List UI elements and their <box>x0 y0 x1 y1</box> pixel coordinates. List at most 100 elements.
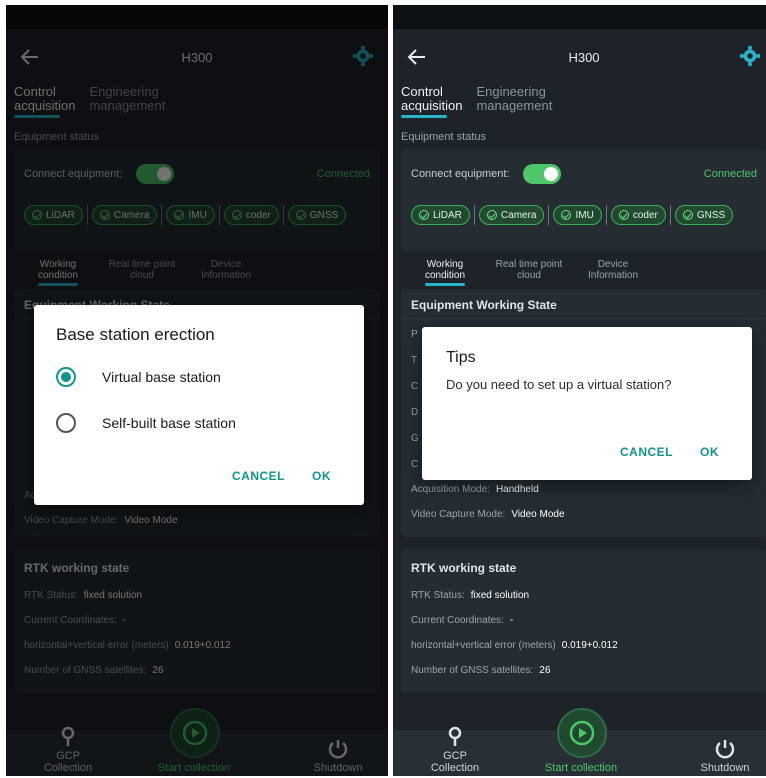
subtab-line2: cloud <box>517 270 541 281</box>
radio-unselected-icon[interactable] <box>56 413 76 433</box>
check-icon <box>561 210 572 220</box>
connect-toggle[interactable] <box>523 164 562 184</box>
nav-label: Start collection <box>544 762 618 774</box>
tab-engineering-management[interactable]: Engineering management <box>476 85 552 125</box>
top-tabs: Control acquisition Engineering manageme… <box>393 85 766 125</box>
working-state-title: Equipment Working State <box>401 289 766 319</box>
tab-underline <box>401 115 447 118</box>
chip-coder: coder <box>610 205 666 225</box>
sub-tabs: Working condition Real time point cloud … <box>393 251 766 287</box>
row-label: RTK Status: <box>411 590 465 601</box>
cancel-button[interactable]: CANCEL <box>620 445 673 459</box>
chip-camera: Camera <box>478 205 545 225</box>
tab-label-line1: Control <box>401 84 443 99</box>
chip-gnss: GNSS <box>674 205 734 225</box>
cancel-button[interactable]: CANCEL <box>232 469 285 483</box>
chip-label: Camera <box>500 209 537 221</box>
toggle-knob <box>544 167 559 181</box>
chip-label: IMU <box>575 209 594 221</box>
row-value: 26 <box>539 665 551 676</box>
hidden-row-stub: C <box>411 381 419 392</box>
subtab-line2: condition <box>424 270 466 281</box>
tab-control-acquisition[interactable]: Control acquisition <box>401 85 462 125</box>
equipment-card: Connect equipment: Connected LiDAR Camer… <box>401 149 766 251</box>
device-title: H300 <box>568 49 600 65</box>
radio-selected-icon[interactable] <box>56 367 76 387</box>
row-label: Current Coordinates: <box>411 615 504 626</box>
coordinates-row: Current Coordinates:- <box>401 608 766 633</box>
right-screen: H300 Control acquisition Engineering man… <box>393 5 766 776</box>
chip-divider <box>473 205 475 225</box>
nav-shutdown[interactable]: Shutdown <box>695 738 755 774</box>
power-icon <box>715 740 735 759</box>
hidden-row-stub: D <box>411 407 419 418</box>
hidden-row-stub: P <box>411 329 418 340</box>
nav-label: Shutdown <box>700 762 750 774</box>
gear-icon[interactable] <box>739 45 761 67</box>
subtab-realtime-point-cloud[interactable]: Real time point cloud <box>487 259 571 287</box>
equipment-status-label: Equipment status <box>393 125 766 149</box>
rtk-card: RTK working state RTK Status: fixed solut… <box>401 549 766 693</box>
error-row: horizontal+vertical error (meters) 0.019+… <box>401 633 766 658</box>
row-label: horizontal+vertical error (meters) <box>411 640 556 651</box>
hidden-row-stub: G <box>411 433 419 444</box>
nav-start-collection[interactable]: Start collection <box>541 762 621 774</box>
subtab-line1: Device <box>597 259 629 270</box>
row-value: Handheld <box>495 484 539 495</box>
dialog-message: Do you need to set up a virtual station? <box>446 377 672 392</box>
check-icon <box>682 210 693 220</box>
play-icon <box>569 720 595 746</box>
sensor-chips: LiDAR Camera IMU coder GNSS <box>411 205 757 225</box>
row-value: - <box>509 615 514 626</box>
chip-imu: IMU <box>553 205 602 225</box>
ok-button[interactable]: OK <box>700 445 719 459</box>
base-station-dialog: Base station erection Virtual base stati… <box>34 305 364 505</box>
hidden-row-stub: T <box>411 355 418 366</box>
row-label: Acquisition Mode: <box>411 484 490 495</box>
subtab-line1: Real time point <box>495 259 563 270</box>
chip-label: coder <box>632 209 658 221</box>
subtab-underline <box>425 283 465 286</box>
chip-divider <box>669 205 671 225</box>
left-screen: H300 Control acquisition Engineering man… <box>6 5 388 776</box>
check-icon <box>486 210 497 220</box>
tips-dialog: Tips Do you need to set up a virtual sta… <box>422 327 752 480</box>
dialog-title: Tips <box>446 349 476 366</box>
app-header: H300 <box>393 29 766 85</box>
subtab-working-condition[interactable]: Working condition <box>417 259 473 287</box>
row-value: Video Mode <box>511 509 565 520</box>
option-label: Self-built base station <box>102 415 236 431</box>
ok-button[interactable]: OK <box>312 469 331 483</box>
chip-label: GNSS <box>696 209 726 221</box>
satellites-row: Number of GNSS satellites: 26 <box>401 658 766 683</box>
tab-label-line2: acquisition <box>401 98 463 113</box>
nav-label: GCP Collection <box>430 750 480 774</box>
nav-gcp-collection[interactable]: GCP Collection <box>419 726 491 774</box>
tab-label-line2: management <box>476 98 553 113</box>
rtk-title: RTK working state <box>411 561 517 575</box>
status-bar <box>393 5 766 29</box>
subtab-line2: Information <box>587 270 639 281</box>
option-virtual-base-station[interactable]: Virtual base station <box>56 367 221 387</box>
check-icon <box>419 210 429 220</box>
option-self-built-base-station[interactable]: Self-built base station <box>56 413 236 433</box>
check-icon <box>618 210 629 220</box>
row-value: fixed solution <box>470 590 530 601</box>
connect-label: Connect equipment: <box>411 168 510 180</box>
back-arrow-icon[interactable] <box>405 45 429 69</box>
subtab-device-information[interactable]: Device Information <box>571 259 655 287</box>
tab-label-line1: Engineering <box>476 84 546 99</box>
chip-label: LiDAR <box>433 209 462 221</box>
chip-lidar: LiDAR <box>411 205 470 225</box>
connection-status: Connected <box>703 168 757 180</box>
start-collection-button[interactable] <box>557 708 607 758</box>
row-value: 0.019+0.012 <box>561 640 618 651</box>
subtab-line1: Working <box>426 259 464 270</box>
acquisition-mode-row: Acquisition Mode: Handheld <box>401 477 766 502</box>
chip-divider <box>548 205 550 225</box>
dialog-title: Base station erection <box>56 325 215 344</box>
connect-row: Connect equipment: Connected <box>411 159 757 189</box>
row-label: Number of GNSS satellites: <box>411 665 534 676</box>
row-label: Video Capture Mode: <box>411 509 506 520</box>
video-capture-row: Video Capture Mode: Video Mode <box>401 502 766 527</box>
